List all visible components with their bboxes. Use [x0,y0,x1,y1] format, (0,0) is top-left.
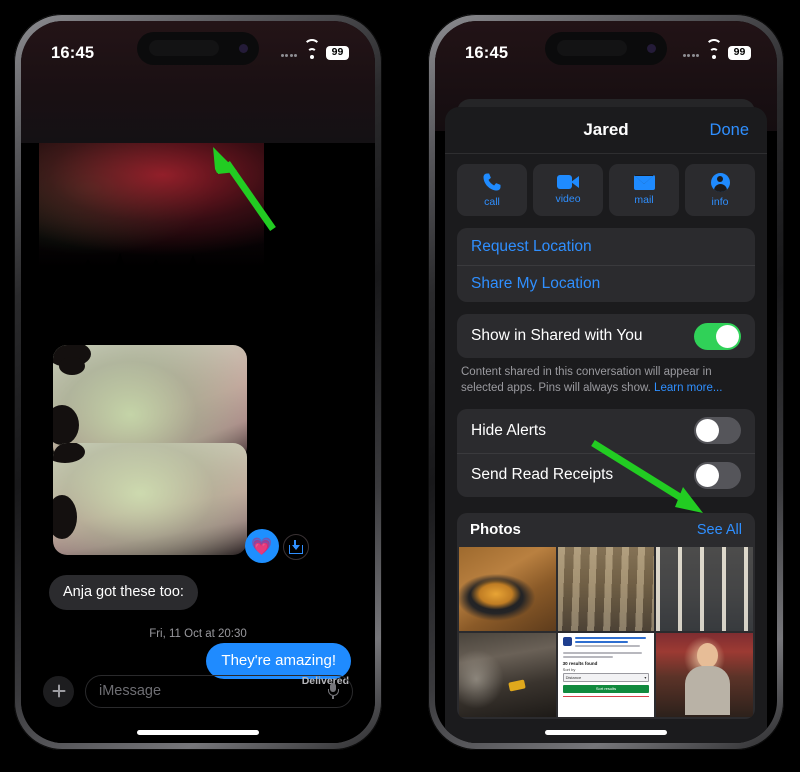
aurora-photo-bottom[interactable] [53,443,247,555]
left-phone-screen: 16:45 99 Jared [21,21,375,743]
photo-person-with-food[interactable] [656,632,753,717]
sheet-body: call video mail info Request Location Sh… [445,154,767,719]
location-group: Request Location Share My Location [457,228,755,302]
right-phone-frame: 16:45 99 Jared Done call video mail info… [428,14,784,750]
video-camera-icon [557,175,579,189]
send-read-receipts-label: Send Read Receipts [471,466,614,484]
sheet-title: Jared [583,120,629,139]
person-circle-icon [710,172,730,192]
photos-header: Photos See All [457,513,755,547]
done-button[interactable]: Done [710,121,749,140]
dynamic-island [545,32,667,65]
photos-grid: 30 results found Sort by Distance ▾ Sort… [457,546,755,719]
web-sort-label: Sort by [562,666,576,672]
envelope-icon [633,174,655,190]
left-phone-frame: 16:45 99 Jared [14,14,382,750]
web-divider [562,695,650,697]
mail-label: mail [634,193,654,206]
request-location-row[interactable]: Request Location [457,228,755,265]
phone-icon [483,173,502,192]
microphone-icon[interactable] [327,683,339,699]
show-in-shared-with-you-row[interactable]: Show in Shared with You [457,314,755,358]
web-results-count: 30 results found [562,660,598,666]
aurora-photo-top[interactable] [39,143,264,303]
photo-construction-framing[interactable] [557,546,655,631]
hide-alerts-toggle[interactable] [694,417,741,445]
home-indicator[interactable] [545,730,667,735]
message-timestamp: Fri, 11 Oct at 20:30 [149,628,247,640]
photos-card: Photos See All 30 results found Sort by … [457,512,755,719]
sheet-nav-bar: Jared Done [445,107,767,154]
web-sort-select[interactable]: Distance ▾ [562,672,650,682]
photo-construction-interior[interactable] [459,632,556,717]
right-phone-screen: 16:45 99 Jared Done call video mail info… [435,21,777,743]
web-sort-button[interactable]: Sort results [562,684,650,693]
imessage-input[interactable]: iMessage [85,674,353,708]
incoming-message-bubble[interactable]: Anja got these too: [45,575,198,610]
alerts-group: Hide Alerts Send Read Receipts [457,408,755,497]
shared-with-you-footnote: Content shared in this conversation will… [457,358,755,397]
front-camera-lens [239,44,248,53]
heart-reaction[interactable]: 💗 [245,529,279,563]
home-indicator[interactable] [137,730,259,735]
island-slot [149,40,219,56]
front-camera-lens [647,44,656,53]
photo-food-plate[interactable] [459,546,556,631]
imessage-placeholder: iMessage [99,683,162,699]
show-in-shared-with-you-toggle[interactable] [694,322,741,350]
mail-button[interactable]: mail [609,164,679,216]
video-button[interactable]: video [533,164,603,216]
send-read-receipts-row[interactable]: Send Read Receipts [457,452,755,497]
web-sort-value: Distance [565,674,582,680]
share-my-location-row[interactable]: Share My Location [457,265,755,302]
quick-actions-row: call video mail info [457,164,755,216]
info-label: info [711,195,729,208]
contact-details-sheet: Jared Done call video mail info Request … [445,107,767,743]
photos-title: Photos [470,521,521,539]
chevron-down-icon: ▾ [644,674,647,680]
info-button[interactable]: info [685,164,755,216]
hide-alerts-label: Hide Alerts [471,421,546,439]
call-button[interactable]: call [457,164,527,216]
screenshot-stage: 16:45 99 Jared [0,0,800,772]
restaurant-icon [562,636,572,646]
message-thread[interactable]: 💗 Anja got these too: Fri, 11 Oct at 20:… [21,143,375,743]
learn-more-link[interactable]: Learn more... [654,382,722,394]
send-read-receipts-toggle[interactable] [694,461,741,489]
shared-with-you-group: Show in Shared with You [457,314,755,358]
see-all-link[interactable]: See All [697,522,742,538]
video-label: video [555,193,581,205]
dynamic-island [137,32,259,65]
island-slot [557,40,627,56]
plus-icon[interactable] [43,675,74,707]
message-input-bar: iMessage [21,671,375,711]
photo-window-frames[interactable] [656,546,753,631]
photo-website-screenshot[interactable]: 30 results found Sort by Distance ▾ Sort… [557,632,655,717]
show-in-shared-with-you-label: Show in Shared with You [471,327,643,344]
call-label: call [484,195,500,208]
save-to-photos-icon[interactable] [283,534,309,560]
hide-alerts-row[interactable]: Hide Alerts [457,409,755,453]
